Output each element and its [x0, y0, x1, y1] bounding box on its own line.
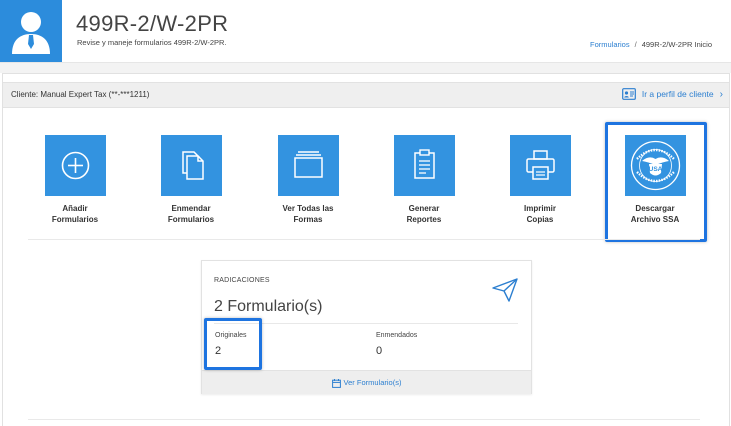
breadcrumb-current: 499R-2/W-2PR Inicio: [641, 40, 712, 49]
breadcrumb: Formularios / 499R-2/W-2PR Inicio: [590, 40, 712, 49]
plus-circle-icon: [61, 151, 89, 180]
amended-value: 0: [376, 345, 383, 357]
action-label: Añadir Formularios: [51, 204, 99, 224]
view-forms-link[interactable]: Ver Formulario(s): [202, 370, 531, 394]
header-gap: [0, 63, 731, 73]
action-print-copies[interactable]: Imprimir Copias: [495, 135, 585, 225]
documents-icon: [181, 151, 204, 180]
action-view-all-forms[interactable]: Ver Todas las Formas: [263, 135, 353, 225]
avatar: [0, 0, 62, 62]
page-subtitle: Revise y maneje formularios 499R-2/W-2PR…: [77, 38, 227, 47]
clipboard-icon: [413, 149, 435, 179]
client-label: Cliente: Manual Expert Tax (**-***1211): [11, 90, 150, 99]
breadcrumb-link-formularios[interactable]: Formularios: [590, 40, 630, 49]
action-label: Imprimir Copias: [523, 204, 556, 224]
download-ssa-highlight: [605, 122, 707, 242]
view-all-forms-tile[interactable]: [277, 135, 339, 196]
generate-reports-tile[interactable]: [393, 135, 455, 196]
profile-link-label: Ir a perfil de cliente: [641, 89, 714, 99]
action-amend-forms[interactable]: Enmendar Formularios: [146, 135, 236, 225]
action-generate-reports[interactable]: Generar Reportes: [379, 135, 469, 225]
filings-count: 2 Formulario(s): [214, 298, 323, 315]
filings-heading: RADICACIONES: [214, 277, 270, 284]
send-icon: [492, 278, 518, 302]
printer-icon: [525, 150, 555, 180]
action-label: Generar Reportes: [406, 204, 442, 224]
client-bar: Cliente: Manual Expert Tax (**-***1211) …: [3, 82, 729, 108]
action-add-forms[interactable]: Añadir Formularios: [30, 135, 120, 225]
folder-icon: [293, 151, 323, 178]
chevron-right-icon: ›: [719, 88, 723, 100]
client-profile-link[interactable]: Ir a perfil de cliente ›: [621, 88, 723, 100]
action-label: Enmendar Formularios: [167, 204, 215, 224]
section-divider: [28, 239, 700, 240]
print-copies-tile[interactable]: [509, 135, 571, 196]
profile-card-icon: [621, 88, 636, 100]
amend-forms-tile[interactable]: [160, 135, 222, 196]
add-forms-tile[interactable]: [44, 135, 106, 196]
page-header: 499R-2/W-2PR Revise y maneje formularios…: [0, 0, 731, 63]
originals-highlight: [204, 318, 262, 370]
user-avatar-icon: [12, 12, 50, 54]
amended-label: Enmendados: [376, 332, 418, 339]
action-label: Ver Todas las Formas: [282, 204, 334, 224]
breadcrumb-separator: /: [634, 40, 637, 49]
page-title: 499R-2/W-2PR: [76, 11, 229, 36]
calendar-icon: [331, 378, 341, 388]
bottom-divider: [28, 419, 700, 420]
view-forms-label: Ver Formulario(s): [343, 378, 402, 387]
